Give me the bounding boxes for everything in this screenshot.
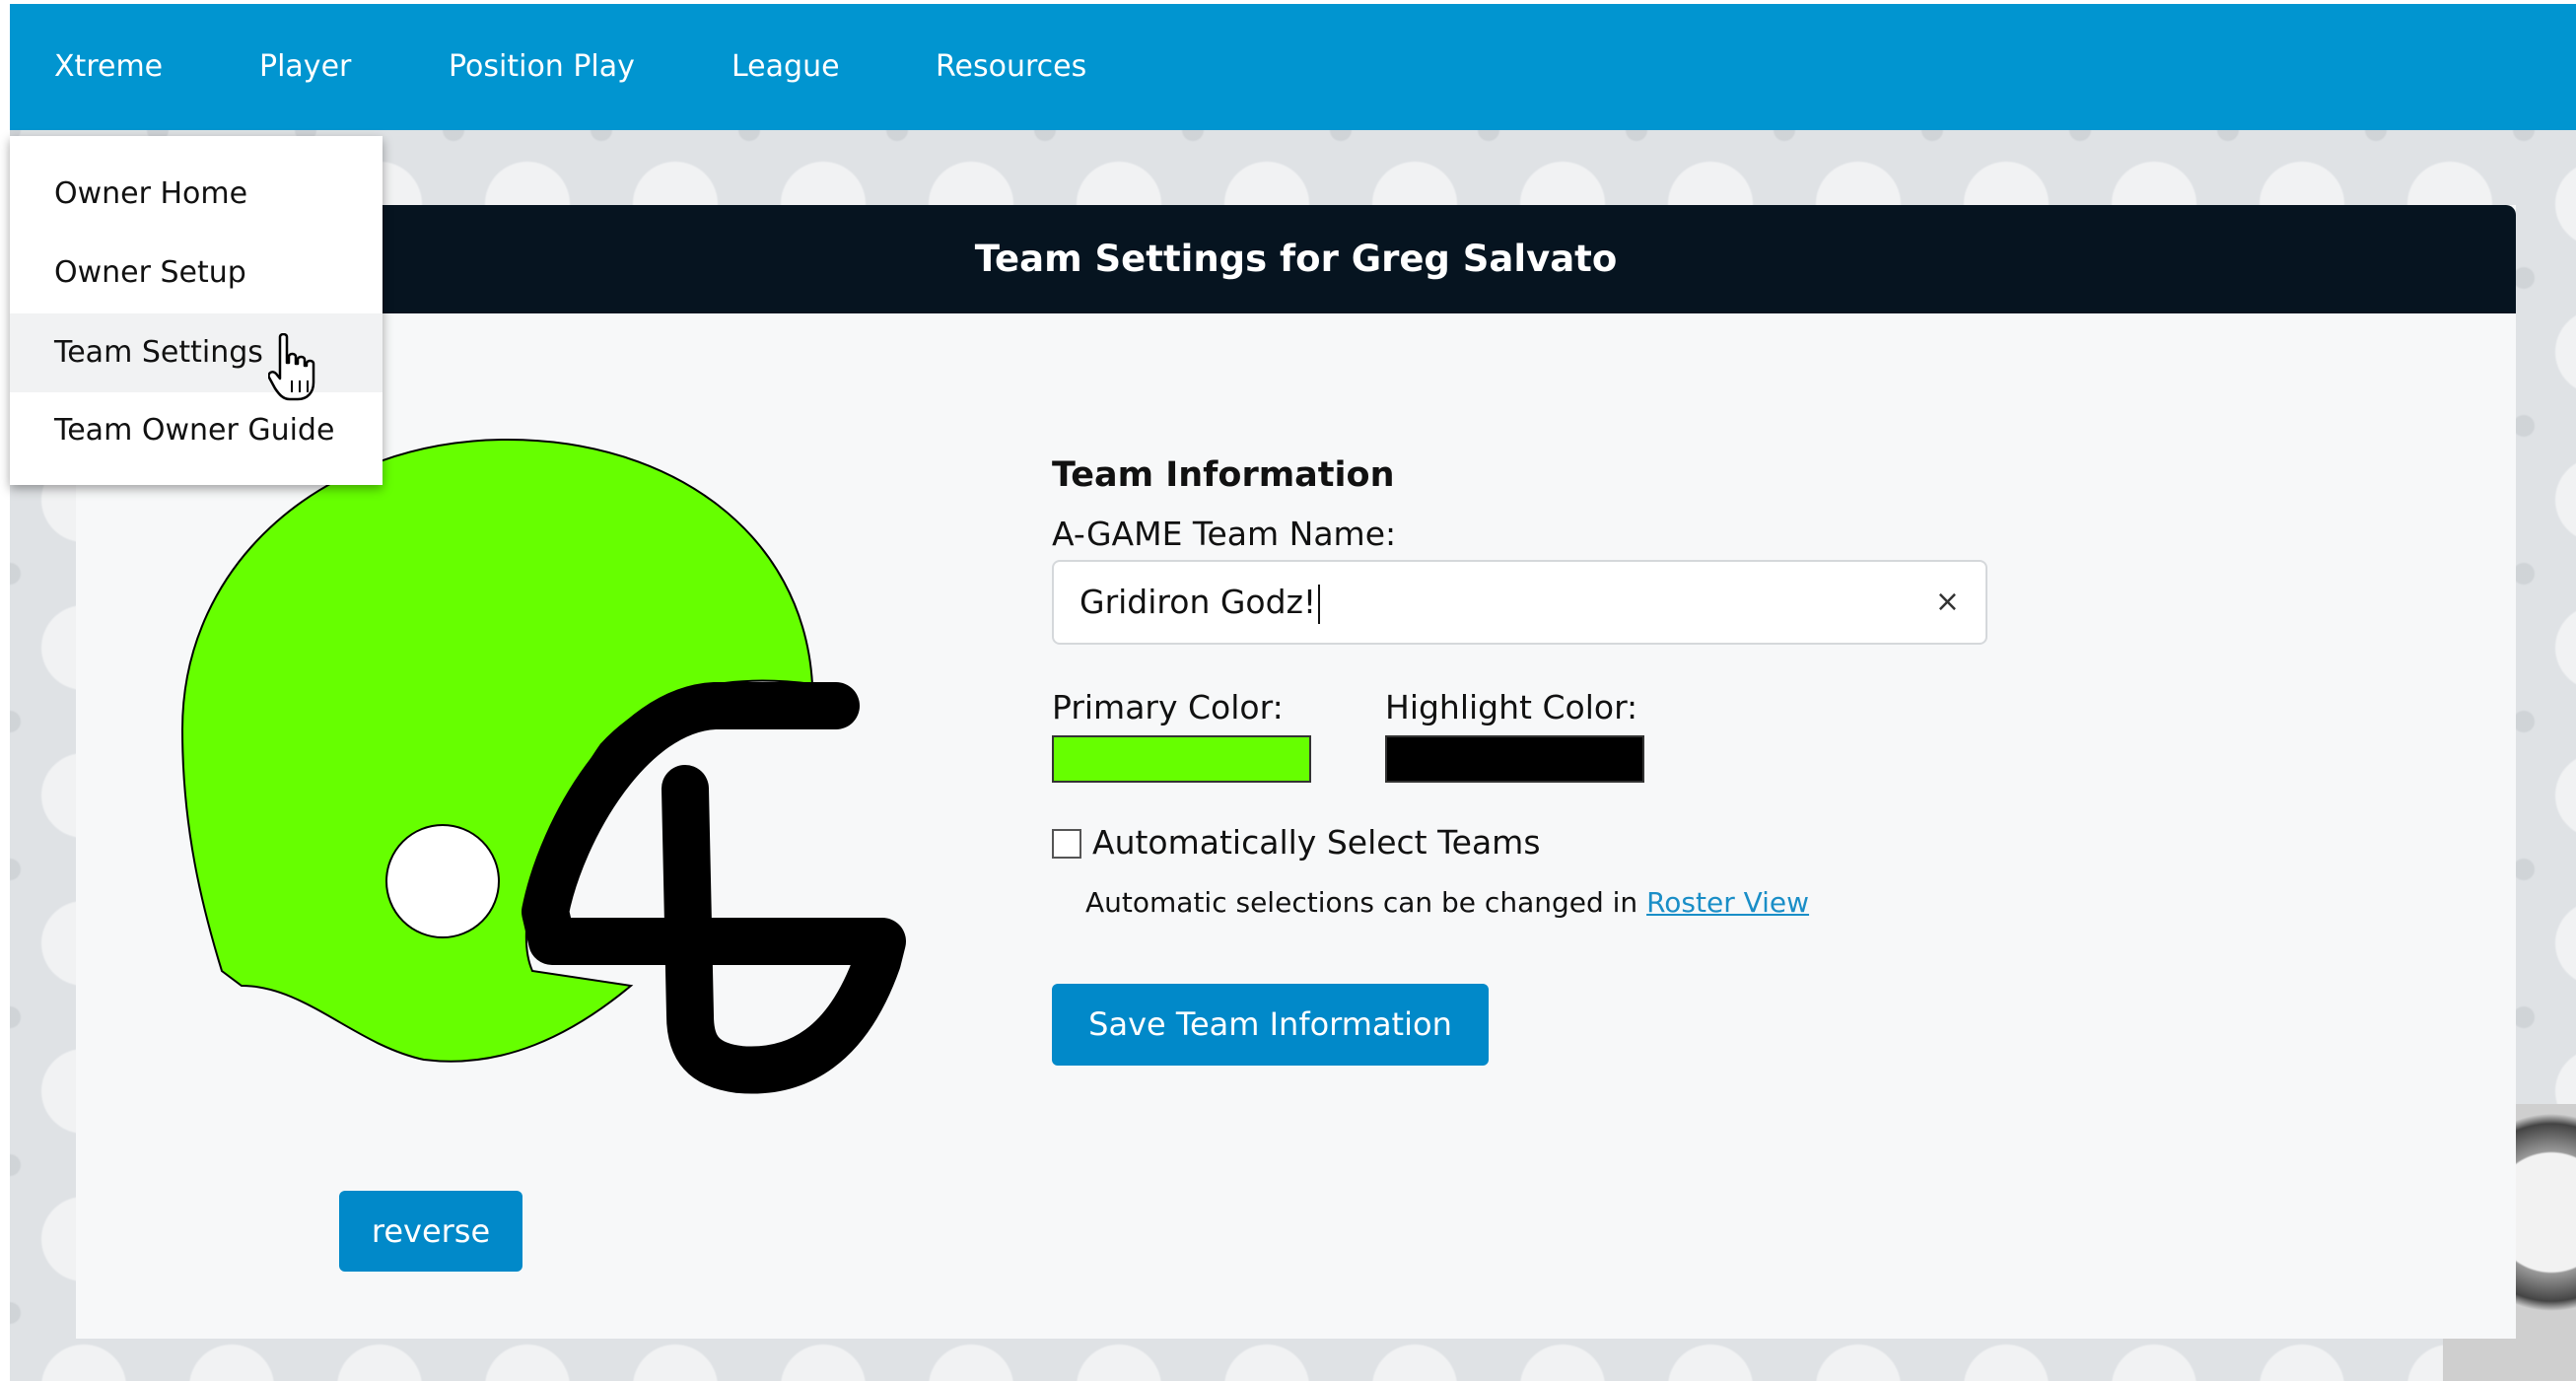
reverse-button[interactable]: reverse: [339, 1191, 522, 1272]
helmet-preview-icon: [180, 438, 906, 1094]
highlight-color-swatch[interactable]: [1385, 735, 1644, 783]
helmet-shell: [180, 438, 814, 1063]
primary-color-swatch[interactable]: [1052, 735, 1311, 783]
auto-select-checkbox[interactable]: [1052, 829, 1081, 859]
text-caret: [1318, 584, 1321, 624]
menu-item-owner-setup[interactable]: Owner Setup: [10, 234, 383, 312]
roster-note: Automatic selections can be changed in R…: [1085, 886, 1810, 919]
pointer-hand-icon: [268, 333, 315, 401]
nav-item-resources[interactable]: Resources: [936, 4, 1086, 130]
page-title: Team Settings for Greg Salvato: [76, 205, 2516, 313]
helmet-facemask: [522, 682, 906, 1094]
nav-item-player[interactable]: Player: [259, 4, 351, 130]
menu-item-team-owner-guide[interactable]: Team Owner Guide: [10, 391, 383, 470]
menu-item-owner-home[interactable]: Owner Home: [10, 155, 383, 234]
menu-item-team-settings[interactable]: Team Settings: [10, 313, 383, 392]
nav-item-xtreme[interactable]: Xtreme: [54, 4, 163, 130]
highlight-color-label: Highlight Color:: [1385, 688, 1638, 726]
primary-color-label: Primary Color:: [1052, 688, 1284, 726]
team-name-label: A-GAME Team Name:: [1052, 515, 1397, 553]
nav-item-league[interactable]: League: [731, 4, 840, 130]
helmet-ear-hole: [385, 824, 500, 938]
roster-view-link[interactable]: Roster View: [1646, 886, 1809, 919]
team-name-input[interactable]: Gridiron Godz! ×: [1052, 560, 1987, 645]
team-information-heading: Team Information: [1052, 455, 1395, 495]
top-navigation: Xtreme Player Position Play League Resou…: [10, 4, 2576, 130]
team-name-value[interactable]: Gridiron Godz!: [1079, 562, 1321, 643]
close-icon[interactable]: ×: [1935, 562, 1960, 643]
auto-select-label[interactable]: Automatically Select Teams: [1092, 823, 1541, 862]
nav-item-position-play[interactable]: Position Play: [449, 4, 635, 130]
xtreme-dropdown-menu: Owner Home Owner Setup Team Settings Tea…: [10, 136, 383, 485]
save-team-information-button[interactable]: Save Team Information: [1052, 984, 1489, 1066]
